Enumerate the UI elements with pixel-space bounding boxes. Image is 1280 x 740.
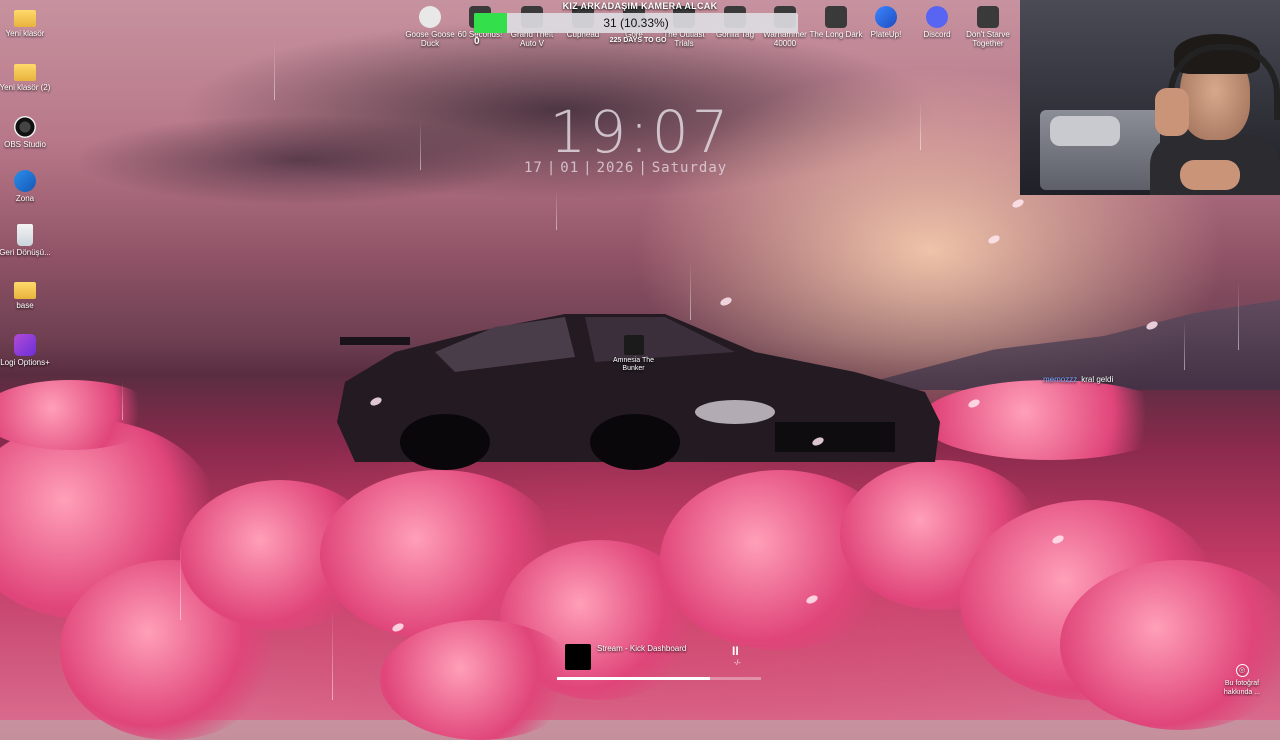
desktop-icon-label: Discord xyxy=(923,30,951,39)
chat-message: memozzz kral geldi xyxy=(1043,375,1113,384)
webcam-person-hand xyxy=(1180,160,1240,190)
discord-icon xyxy=(926,6,948,28)
desktop-icon-recycle-bin[interactable]: Geri Dönüşü... xyxy=(0,224,52,257)
zona-icon xyxy=(14,170,36,192)
clock-month: 01 xyxy=(560,160,580,176)
game-icon xyxy=(825,6,847,28)
desktop-icon-label: base xyxy=(16,301,34,310)
chat-username: memozzz xyxy=(1043,375,1078,384)
desktop-icon-label: Goose Goose Duck xyxy=(405,30,455,48)
desktop-icon-label: Don't Starve Together xyxy=(966,30,1010,48)
media-progress-fill xyxy=(557,677,710,680)
desktop-icon-label: OBS Studio xyxy=(4,140,46,149)
webcam-pillow xyxy=(1050,116,1120,146)
clock-day: 17 xyxy=(524,160,543,176)
desktop-icon-logi-options[interactable]: Logi Options+ xyxy=(0,334,52,367)
amnesia-icon xyxy=(623,335,644,355)
desktop-icon-label: Geri Dönüşü... xyxy=(0,248,51,257)
desktop-icon-plateup[interactable]: PlateUp! xyxy=(859,6,913,39)
logi-icon xyxy=(14,334,36,356)
media-widget[interactable]: Stream - Kick Dashboard II -/- xyxy=(557,638,761,682)
goal-start-value: 0 xyxy=(474,36,480,47)
folder-icon xyxy=(14,64,36,81)
spotlight-info[interactable]: ◎ Bu fotoğraf hakkında ... xyxy=(1214,664,1270,697)
goal-progress-text: 31 (10.33%) xyxy=(603,16,669,30)
media-progress-track[interactable] xyxy=(557,677,761,680)
desktop-icon-yeni-klasor-2[interactable]: Yeni klasör (2) xyxy=(0,60,52,92)
recycle-bin-icon xyxy=(17,224,33,246)
plateup-icon xyxy=(875,6,897,28)
chat-text: kral geldi xyxy=(1081,375,1114,384)
goal-title: KIZ ARKADAŞIM KAMERA ALCAK xyxy=(562,1,718,11)
camera-info-icon: ◎ xyxy=(1235,664,1249,677)
desktop-icon-amnesia[interactable]: Amnesia The Bunker xyxy=(606,335,661,373)
desktop-icon-label: Logi Options+ xyxy=(0,358,50,367)
obs-icon xyxy=(14,116,36,138)
folder-icon xyxy=(14,282,36,299)
pause-icon[interactable]: II xyxy=(732,644,739,658)
media-title: Stream - Kick Dashboard xyxy=(597,644,687,653)
clock-time: 19:07 xyxy=(549,98,732,166)
webcam-person-hand xyxy=(1155,88,1189,136)
webcam-overlay xyxy=(1020,0,1280,195)
folder-icon xyxy=(14,10,36,27)
media-time: -/- xyxy=(734,660,741,667)
spotlight-label: Bu fotoğraf hakkında ... xyxy=(1223,680,1261,696)
game-icon xyxy=(977,6,999,28)
clock-year: 2026 xyxy=(596,160,635,176)
clock-date: 17 | 01 | 2026 | Saturday xyxy=(524,160,728,176)
goal-progress-bar: 31 (10.33%) xyxy=(474,13,798,33)
desktop-icon-dont-starve[interactable]: Don't Starve Together xyxy=(961,6,1015,48)
desktop-icon-label: Yeni klasör (2) xyxy=(0,83,51,92)
goose-icon xyxy=(419,6,441,28)
desktop-icon-label: The Long Dark xyxy=(809,30,863,39)
desktop-icon-discord[interactable]: Discord xyxy=(910,6,964,39)
goal-days-remaining: 225 DAYS TO GO xyxy=(609,37,667,44)
desktop-icon-label: Yeni klasör xyxy=(5,29,45,38)
desktop-icon-obs-studio[interactable]: OBS Studio xyxy=(0,116,52,149)
clock-weekday: Saturday xyxy=(651,160,728,176)
desktop-icon-label: Amnesia The Bunker xyxy=(612,357,655,372)
desktop-icon-zona[interactable]: Zona xyxy=(0,170,52,203)
media-thumbnail xyxy=(565,644,591,670)
desktop-icon-label: Zona xyxy=(15,194,35,203)
desktop-icon-the-long-dark[interactable]: The Long Dark xyxy=(809,6,863,39)
desktop-icon-yeni-klasor[interactable]: Yeni klasör xyxy=(0,6,52,38)
desktop-icon-goose-goose-duck[interactable]: Goose Goose Duck xyxy=(403,6,457,48)
desktop-icon-base[interactable]: base xyxy=(0,278,52,310)
desktop-icon-label: PlateUp! xyxy=(870,30,902,39)
